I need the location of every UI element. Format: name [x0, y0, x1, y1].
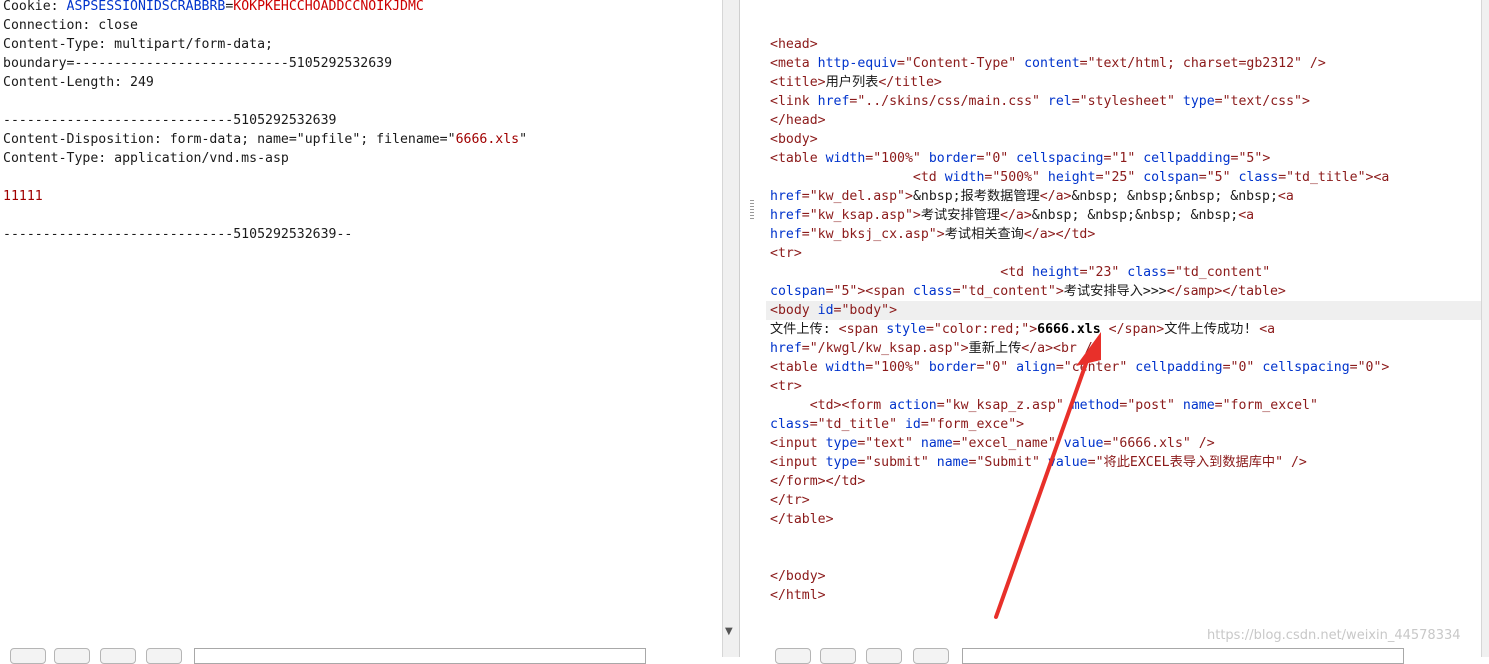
watermark-text: https://blog.csdn.net/weixin_44578334 — [1207, 628, 1461, 643]
annotation-arrow — [994, 332, 1101, 619]
